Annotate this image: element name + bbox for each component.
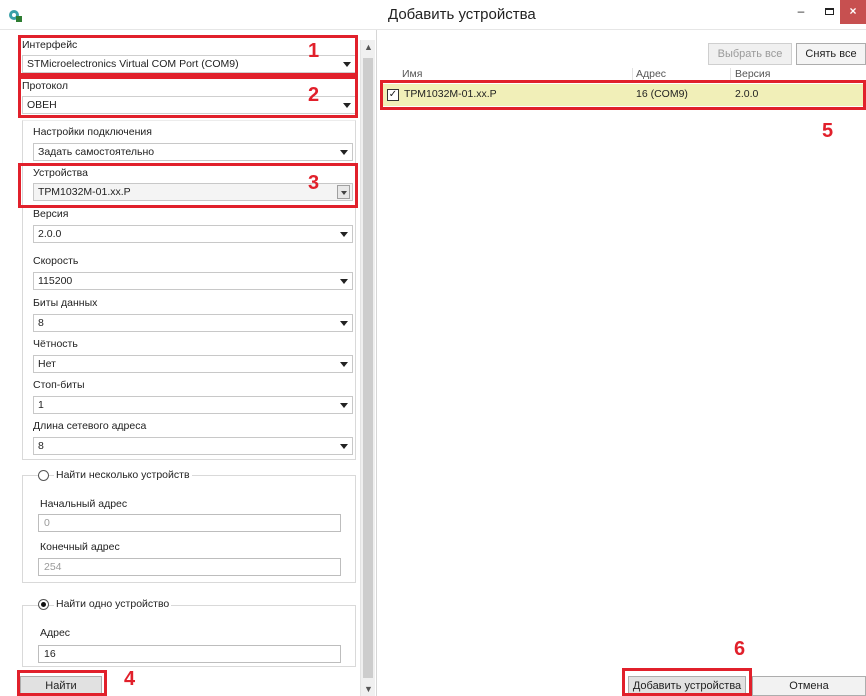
settings-scrollbar[interactable]: ▲ ▼ xyxy=(360,40,375,696)
addr-len-label: Длина сетевого адреса xyxy=(33,420,147,432)
end-address-label: Конечный адрес xyxy=(40,541,120,553)
address-input[interactable]: 16 xyxy=(38,645,341,663)
parity-select[interactable]: Нет xyxy=(33,355,353,373)
app-gear-icon xyxy=(9,10,22,22)
start-address-input[interactable]: 0 xyxy=(38,514,341,532)
scroll-up-icon[interactable]: ▲ xyxy=(361,40,376,54)
column-address[interactable]: Адрес xyxy=(636,68,666,80)
scroll-down-icon[interactable]: ▼ xyxy=(361,682,376,696)
title-bar: Добавить устройства – × xyxy=(0,0,866,30)
find-one-label: Найти одно устройство xyxy=(54,598,172,610)
version-value: 2.0.0 xyxy=(38,228,62,240)
chevron-down-icon xyxy=(340,150,348,155)
connection-value: Задать самостоятельно xyxy=(38,146,155,158)
data-bits-value: 8 xyxy=(38,317,44,329)
stop-bits-label: Стоп-биты xyxy=(33,379,85,391)
stop-bits-value: 1 xyxy=(38,399,44,411)
callout-frame-2 xyxy=(18,76,358,118)
chevron-down-icon xyxy=(340,403,348,408)
address-label: Адрес xyxy=(40,627,71,639)
chevron-down-icon xyxy=(340,362,348,367)
addr-len-value: 8 xyxy=(38,440,44,452)
select-all-button[interactable]: Выбрать все xyxy=(708,43,792,65)
callout-frame-3 xyxy=(18,163,358,208)
speed-select[interactable]: 115200 xyxy=(33,272,353,290)
parity-value: Нет xyxy=(38,358,56,370)
chevron-down-icon xyxy=(340,321,348,326)
column-name[interactable]: Имя xyxy=(402,68,422,80)
callout-number-1: 1 xyxy=(308,40,320,62)
callout-frame-5 xyxy=(380,80,866,110)
speed-value: 115200 xyxy=(38,275,73,287)
callout-number-5: 5 xyxy=(822,120,834,142)
start-address-label: Начальный адрес xyxy=(40,498,128,510)
callout-frame-1 xyxy=(18,35,358,76)
find-many-label: Найти несколько устройств xyxy=(54,469,192,481)
find-one-radio[interactable] xyxy=(38,599,49,610)
callout-number-3: 3 xyxy=(308,172,320,194)
callout-number-4: 4 xyxy=(124,668,136,690)
window-title: Добавить устройства xyxy=(388,6,536,23)
connection-select[interactable]: Задать самостоятельно xyxy=(33,143,353,161)
minimize-button[interactable]: – xyxy=(786,0,816,24)
column-version[interactable]: Версия xyxy=(735,68,770,80)
stop-bits-select[interactable]: 1 xyxy=(33,396,353,414)
callout-frame-6 xyxy=(622,668,752,696)
callout-number-6: 6 xyxy=(734,638,746,660)
data-bits-select[interactable]: 8 xyxy=(33,314,353,332)
scroll-thumb[interactable] xyxy=(363,58,373,678)
version-select[interactable]: 2.0.0 xyxy=(33,225,353,243)
chevron-down-icon xyxy=(340,279,348,284)
find-many-radio[interactable] xyxy=(38,470,49,481)
close-button[interactable]: × xyxy=(840,0,866,24)
chevron-down-icon xyxy=(340,444,348,449)
data-bits-label: Биты данных xyxy=(33,297,98,309)
end-address-input[interactable]: 254 xyxy=(38,558,341,576)
chevron-down-icon xyxy=(340,232,348,237)
parity-label: Чётность xyxy=(33,338,78,350)
addr-len-select[interactable]: 8 xyxy=(33,437,353,455)
callout-frame-4 xyxy=(17,670,107,696)
speed-label: Скорость xyxy=(33,255,79,267)
version-label: Версия xyxy=(33,208,69,220)
callout-number-2: 2 xyxy=(308,84,320,106)
devices-list-panel xyxy=(376,30,866,696)
maximize-icon xyxy=(824,8,834,15)
cancel-button[interactable]: Отмена xyxy=(752,676,866,696)
connection-label: Настройки подключения xyxy=(33,126,152,138)
deselect-all-button[interactable]: Снять все xyxy=(796,43,866,65)
